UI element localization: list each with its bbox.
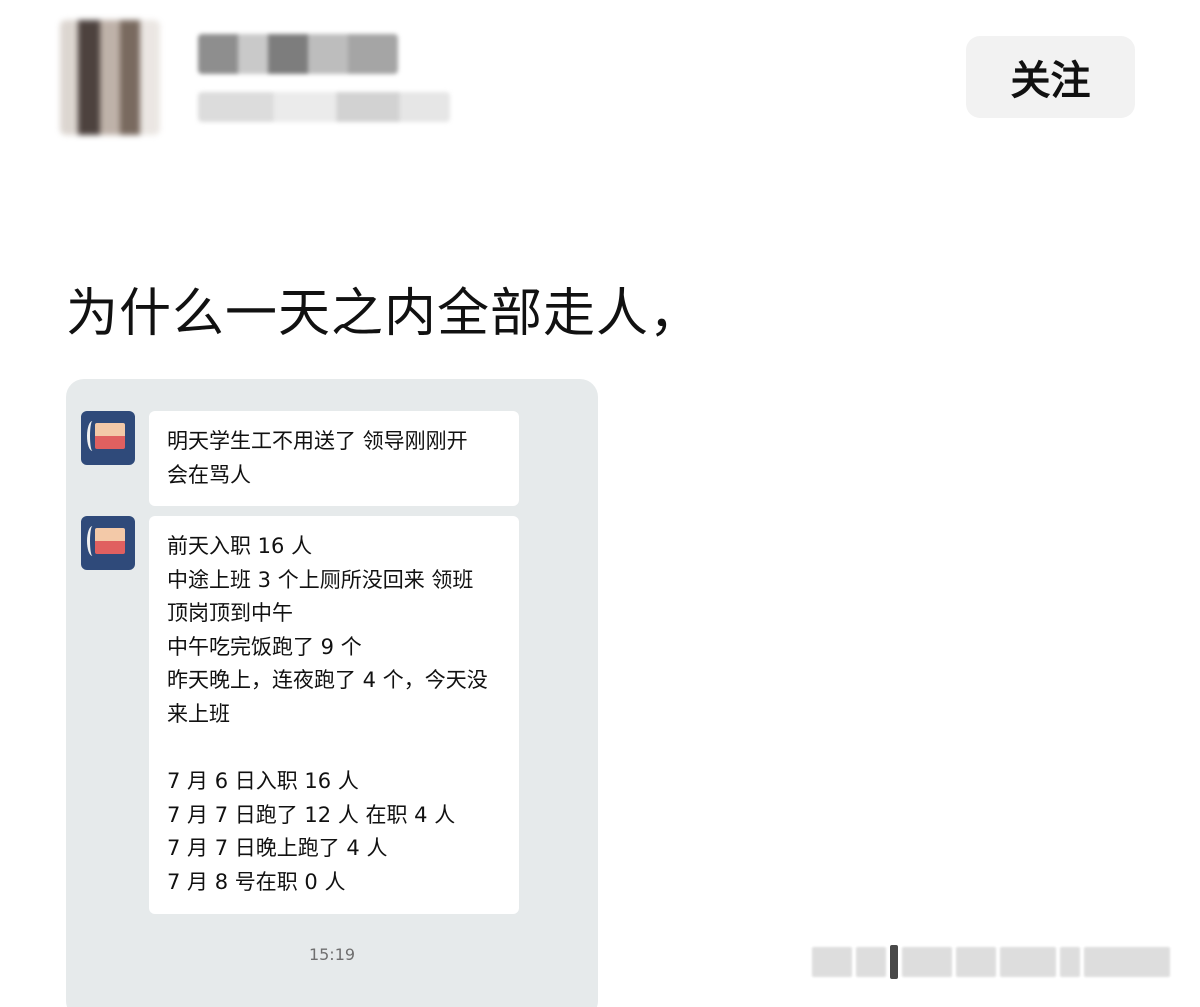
chat-line: 来上班 [167,701,230,726]
watermark-logo [812,942,1184,982]
chat-line: 昨天晚上，连夜跑了 4 个，今天没 [167,668,488,693]
follow-button[interactable]: 关注 [966,36,1135,118]
chat-bubble: 前天入职 16 人 中途上班 3 个上厕所没回来 领班 顶岗顶到中午 中午吃完饭… [149,516,519,914]
chat-line: 会在骂人 [167,462,251,487]
chat-screenshot-image[interactable]: 明天学生工不用送了 领导刚刚开 会在骂人 前天入职 16 人 中途上班 3 个上… [66,379,598,1007]
chat-line: 7 月 8 号在职 0 人 [167,869,346,894]
author-avatar[interactable] [60,20,160,135]
author-meta-blurred [198,92,450,122]
sender-avatar [81,516,135,570]
chat-line: 中午吃完饭跑了 9 个 [167,634,362,659]
chat-line: 顶岗顶到中午 [167,601,293,626]
post-title-line-1: 为什么一天之内全部走人， [66,284,703,344]
chat-line: 7 月 7 日晚上跑了 4 人 [167,836,388,861]
post-page: 关注 为什么一天之内全部走人， 肯定是你们公司不好！ 明天学生工不用送了 领导刚… [0,0,1200,1007]
sender-avatar [81,411,135,465]
chat-line: 7 月 6 日入职 16 人 [167,769,359,794]
chat-line [167,732,501,766]
author-name-blurred[interactable] [198,34,398,74]
chat-timestamp: 15:19 [308,945,356,964]
chat-line: 7 月 7 日跑了 12 人 在职 4 人 [167,802,456,827]
chat-line: 明天学生工不用送了 领导刚刚开 [167,429,468,453]
chat-line: 中途上班 3 个上厕所没回来 领班 [167,567,474,592]
chat-bubble: 明天学生工不用送了 领导刚刚开 会在骂人 [149,411,519,507]
chat-line: 前天入职 16 人 [167,534,313,558]
